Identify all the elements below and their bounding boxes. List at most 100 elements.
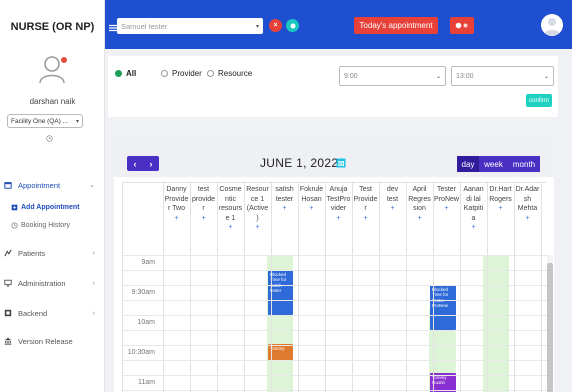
gift-button[interactable] (450, 17, 474, 34)
sidebar-item-label: Administration (18, 278, 66, 288)
provider-name-line: Tester (436, 186, 457, 193)
grid-row-line (123, 300, 547, 301)
provider-column-header: Resour ce 1 (Active) + (244, 185, 271, 233)
provider-name-line: sion (413, 205, 426, 212)
next-button[interactable]: › (150, 159, 153, 169)
provider-column-header: dev test + (379, 185, 406, 214)
provider-column-header: Dr.Hart Rogers + (487, 185, 514, 214)
sidebar-subitem-booking-history[interactable]: Booking History (10, 219, 70, 231)
add-appointment-plus-icon[interactable]: + (514, 214, 541, 224)
view-month-button[interactable]: month (508, 156, 540, 172)
patients-icon (3, 249, 12, 258)
add-appointment-plus-icon[interactable]: + (325, 214, 352, 224)
add-appointment-plus-icon[interactable]: + (406, 214, 433, 224)
end-time-value: 13:00 (456, 72, 474, 80)
user-name: darshan naik (29, 97, 76, 106)
provider-name-line: Aanan (463, 186, 484, 193)
radio-resource[interactable]: Resource (207, 69, 252, 78)
sidebar-item-administration[interactable]: Administration › (0, 276, 105, 290)
prev-button[interactable]: ‹ (134, 159, 137, 169)
chevron-down-icon: ⌄ (543, 73, 549, 80)
provider-name-line: vider (330, 205, 347, 212)
provider-name-line: provide (192, 195, 215, 203)
sidebar: NURSE (OR NP) darshan naik Facility One … (0, 0, 105, 392)
sidebar-subitem-add-appointment[interactable]: Add Appointment (10, 201, 79, 213)
provider-column-header: Fokrule Hosan + (298, 185, 325, 214)
provider-name-line: Mehta (517, 205, 538, 212)
add-appointment-plus-icon[interactable]: + (433, 204, 460, 214)
view-week-button[interactable]: week (479, 156, 508, 172)
chevron-down-icon: ⌄ (89, 182, 95, 189)
radio-provider[interactable]: Provider (161, 69, 202, 78)
filter-panel: All Provider Resource 9:00 ⌄ 13:00 ⌄ con… (108, 56, 558, 117)
chevron-right-icon: › (92, 279, 95, 287)
add-appointment-plus-icon[interactable]: + (460, 223, 487, 233)
add-appointment-plus-icon[interactable]: + (190, 214, 217, 224)
role-title: NURSE (OR NP) (10, 21, 95, 33)
confirm-button[interactable]: confirm (526, 94, 552, 107)
provider-name-line: resours (218, 205, 243, 212)
provider-name-line: ProNew (434, 195, 459, 203)
radio-dot (207, 70, 214, 77)
view-day-button[interactable]: day (457, 156, 479, 172)
server-icon (3, 309, 12, 318)
scrollbar-thumb[interactable] (547, 263, 553, 392)
add-appointment-plus-icon[interactable]: + (379, 204, 406, 214)
user-icon (544, 18, 560, 35)
provider-name-line: Katpiti (463, 205, 484, 212)
grid-row-line (123, 255, 547, 256)
top-bar: Samuel tester ▾ × Today's appointment (105, 0, 572, 49)
provider-name-line: Hosan (301, 195, 322, 203)
start-time-value: 9:00 (344, 72, 358, 80)
patient-select[interactable]: Samuel tester ▾ (117, 18, 263, 34)
provider-name-line: satish (275, 186, 294, 193)
sidebar-item-patients[interactable]: Patients › (0, 246, 105, 260)
clear-patient-button[interactable]: × (269, 19, 282, 32)
provider-name-line: di lal (466, 195, 481, 203)
provider-name-line: ntic (225, 195, 236, 203)
day-grid: Dr.Adar sh Mehta + Dr.Hart Rogers + Aanan di lal… (122, 182, 553, 392)
time-label: 9am (141, 259, 155, 266)
calendar-panel: ‹ › JUNE 1, 2022 day week month Dr.Adar s… (114, 139, 554, 392)
add-appointment-plus-icon[interactable]: + (298, 204, 325, 214)
radio-dot (161, 70, 168, 77)
close-icon: × (273, 22, 278, 29)
chevron-down-icon: ▾ (255, 23, 259, 30)
sidebar-item-appointment[interactable]: Appointment ⌄ (0, 178, 105, 192)
add-appointment-plus-icon[interactable]: + (244, 223, 271, 233)
menu-icon[interactable] (109, 24, 117, 32)
add-appointment-plus-icon[interactable]: + (217, 223, 244, 233)
facility-select[interactable]: Facility One (QA) ... ▾ (7, 114, 83, 128)
provider-name-line: Danny (166, 186, 187, 193)
end-time-select[interactable]: 13:00 ⌄ (451, 66, 554, 86)
radio-label: Provider (172, 69, 202, 78)
provider-name-line: (Active (246, 205, 269, 212)
grid-row-line (123, 345, 547, 346)
time-label: 11am (138, 379, 155, 386)
grid-row-line (123, 270, 547, 271)
todays-appointment-button[interactable]: Today's appointment (354, 17, 438, 34)
provider-name-line: Provide (164, 195, 189, 203)
patient-info-button[interactable] (286, 19, 299, 32)
add-appointment-plus-icon[interactable]: + (487, 204, 514, 214)
provider-name-line: Fokrule (299, 186, 324, 193)
provider-name-line: Cosme (219, 186, 242, 193)
sidebar-item-label: Add Appointment (21, 203, 80, 211)
radio-all[interactable]: All (115, 69, 136, 78)
grid-row-line (123, 285, 547, 286)
provider-column-header: Tester ProNew + (433, 185, 460, 214)
calendar-icon[interactable] (336, 157, 346, 168)
time-label: 9:30am (131, 289, 155, 296)
provider-name-line: test (386, 195, 399, 203)
provider-name-line: r Two (168, 205, 185, 212)
start-time-select[interactable]: 9:00 ⌄ (339, 66, 446, 86)
provider-column-header: Aanan di lal Katpiti a + (460, 185, 487, 233)
sidebar-item-backend[interactable]: Backend › (0, 306, 105, 320)
add-appointment-plus-icon[interactable]: + (163, 214, 190, 224)
add-appointment-plus-icon[interactable]: + (271, 204, 298, 214)
sidebar-item-version-release[interactable]: Version Release (0, 334, 105, 348)
user-avatar[interactable] (541, 14, 563, 36)
provider-name-line: e 1 (225, 214, 236, 222)
add-appointment-plus-icon[interactable]: + (352, 214, 379, 224)
provider-column-header: Test Provide r + (352, 185, 379, 223)
